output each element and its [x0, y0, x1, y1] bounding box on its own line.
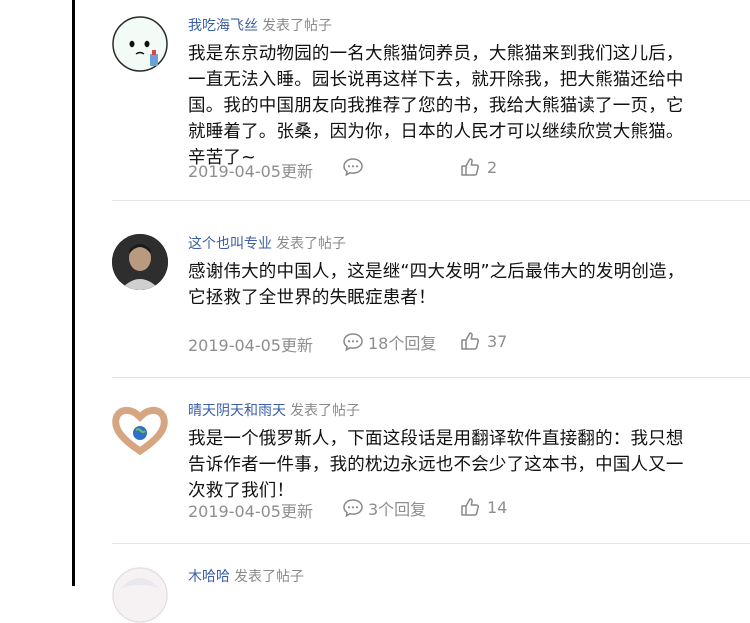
comment-icon — [343, 499, 363, 518]
like-button[interactable]: 2 — [459, 156, 497, 178]
like-count: 2 — [487, 157, 498, 177]
content-line: 告诉作者一件事，我的枕边永远也不会少了这本书，中国人又一 — [188, 455, 684, 475]
thumbs-up-icon — [461, 498, 480, 516]
post-divider — [112, 377, 750, 378]
comment-icon — [343, 333, 363, 352]
reply-button[interactable]: 18个回复 — [342, 330, 436, 354]
post-divider — [112, 200, 750, 201]
post-header: 我吃海飞丝 发表了帖子 — [188, 16, 332, 36]
post-date: 2019-04-05更新 — [188, 502, 313, 521]
person-photo-icon — [112, 234, 168, 290]
thumbs-up-icon — [461, 332, 480, 350]
post-action-label: 发表了帖子 — [290, 403, 360, 419]
post-header: 晴天阴天和雨天 发表了帖子 — [188, 401, 360, 421]
post-divider — [112, 543, 750, 544]
content-line: 一直无法入睡。园长说再这样下去，就开除我，把大熊猫还给中 — [188, 70, 684, 90]
like-button[interactable]: 14 — [459, 496, 507, 518]
post-action-label: 发表了帖子 — [234, 569, 304, 585]
post-date: 2019-04-05更新 — [188, 162, 313, 181]
username-link[interactable]: 我吃海飞丝 — [188, 18, 258, 34]
reply-count: 18个回复 — [368, 334, 437, 353]
post-header: 这个也叫专业 发表了帖子 — [188, 234, 346, 254]
post-content: 我是一个俄罗斯人，下面这段话是用翻译软件直接翻的：我只想 告诉作者一件事，我的枕… — [188, 426, 744, 504]
content-line: 感谢伟大的中国人，这是继“四大发明”之后最伟大的发明创造， — [188, 262, 685, 282]
cartoon-face-icon — [112, 16, 168, 72]
like-button[interactable]: 37 — [459, 330, 507, 352]
anime-girl-icon — [112, 567, 168, 623]
content-line: 它拯救了全世界的失眠症患者！ — [188, 288, 436, 308]
reply-button[interactable] — [342, 156, 368, 178]
reply-count: 3个回复 — [368, 500, 427, 519]
post-content: 感谢伟大的中国人，这是继“四大发明”之后最伟大的发明创造， 它拯救了全世界的失眠… — [188, 259, 744, 311]
left-border-line — [72, 0, 75, 586]
like-count: 14 — [487, 497, 508, 517]
username-link[interactable]: 晴天阴天和雨天 — [188, 403, 286, 419]
username-link[interactable]: 木哈哈 — [188, 569, 230, 585]
post-header: 木哈哈 发表了帖子 — [188, 567, 304, 587]
content-line: 就睡着了。张桑，因为你，日本的人民才可以继续欣赏大熊猫。 — [188, 122, 684, 142]
thumbs-up-icon — [461, 158, 480, 176]
heart-hands-icon — [112, 407, 168, 456]
content-line: 国。我的中国朋友向我推荐了您的书，我给大熊猫读了一页，它 — [188, 96, 684, 116]
post-date: 2019-04-05更新 — [188, 336, 313, 355]
avatar[interactable] — [112, 567, 168, 623]
username-link[interactable]: 这个也叫专业 — [188, 236, 272, 252]
post-action-label: 发表了帖子 — [262, 18, 332, 34]
content-line: 我是东京动物园的一名大熊猫饲养员，大熊猫来到我们这儿后， — [188, 44, 684, 64]
content-line: 我是一个俄罗斯人，下面这段话是用翻译软件直接翻的：我只想 — [188, 429, 684, 449]
reply-button[interactable]: 3个回复 — [342, 496, 426, 520]
avatar[interactable] — [112, 16, 168, 72]
like-count: 37 — [487, 331, 508, 351]
post-action-label: 发表了帖子 — [276, 236, 346, 252]
comment-icon — [343, 158, 363, 177]
avatar[interactable] — [112, 234, 168, 290]
post-content: 我是东京动物园的一名大熊猫饲养员，大熊猫来到我们这儿后， 一直无法入睡。园长说再… — [188, 41, 744, 171]
avatar[interactable] — [112, 401, 168, 457]
